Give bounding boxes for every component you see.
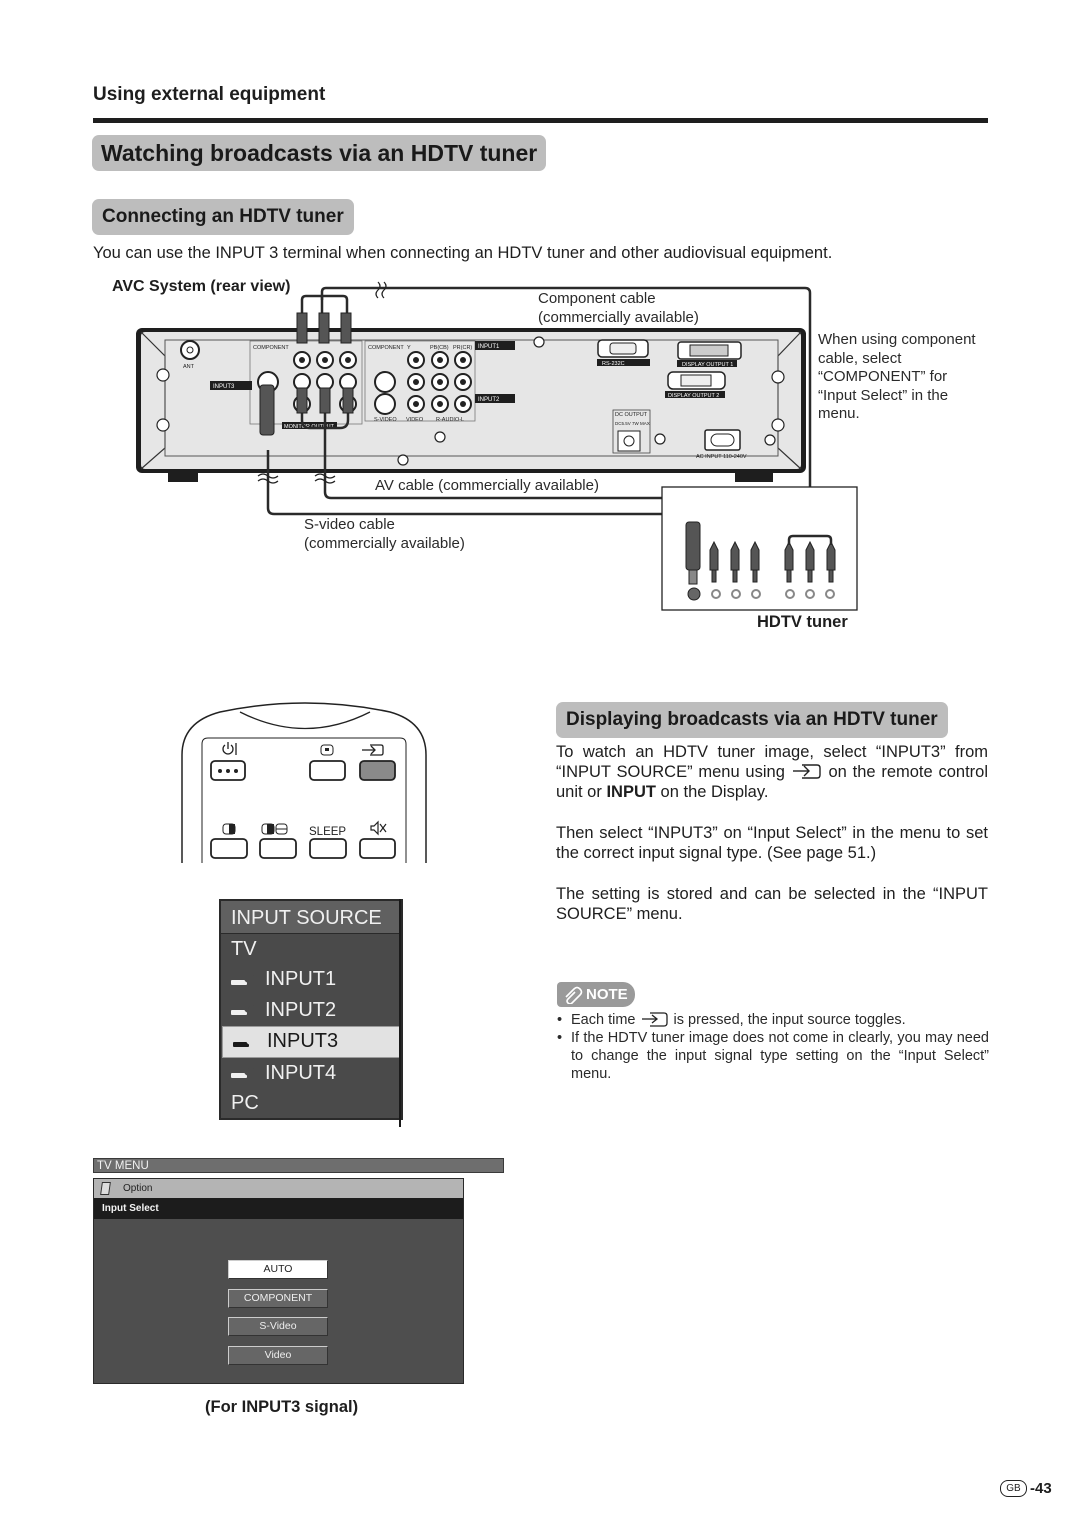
menu-shadow [399,899,401,1127]
menu-item-label: INPUT1 [265,968,337,991]
displaying-paragraph-3: The setting is stored and can be selecte… [556,885,988,923]
page-number: GB -43 [1000,1480,1052,1497]
component-note-line: “COMPONENT” for [818,368,948,385]
ant-label: ANT [183,364,195,370]
sleep-label: SLEEP [309,826,346,838]
dc-rating-label: DC5.5V 7W MAX [615,421,650,426]
audio-label: R-AUDIO-L [436,417,464,423]
menu-item-label: INPUT2 [265,998,337,1021]
tv-menu-bar: TV MENU [93,1158,504,1173]
video-label: VIDEO [406,417,424,423]
av-cable-label: AV cable (commercially available) [373,477,601,496]
menu-item-tv[interactable]: TV [221,934,401,965]
pb-label: PB(CB) [430,345,449,351]
input1-icon: 1 [231,972,255,987]
displaying-paragraph-2: Then select “INPUT3” on “Input Select” i… [556,824,988,862]
menu-item-input2[interactable]: 2 INPUT2 [221,995,401,1026]
input3-icon: 3 [233,1034,257,1049]
component-plugs-panel [296,312,352,344]
hdtv-tuner-label: HDTV tuner [757,613,848,631]
input2-tag: INPUT2 [478,397,500,403]
menu-item-pc[interactable]: PC [221,1089,401,1120]
input-icon [792,764,821,779]
displaying-heading: Displaying broadcasts via an HDTV tuner [556,702,948,738]
input4-icon: 4 [231,1066,255,1080]
svideo-button[interactable]: S-Video [228,1317,328,1336]
option-tab[interactable]: Option [94,1179,463,1198]
option-icon [100,1182,111,1195]
dc-output-label: DC OUTPUT [615,412,648,418]
contrast-icon [222,823,236,835]
note-item: If the HDTV tuner image does not come in… [557,1029,989,1083]
ac-input-label: AC INPUT 110-240V [696,454,747,460]
auto-button[interactable]: AUTO [228,1260,328,1279]
component-cable-label: Component cable (commercially available) [538,290,699,327]
tv-menu-caption: (For INPUT3 signal) [205,1398,359,1416]
component-note-line: cable, select [818,349,902,367]
note-list: Each time is pressed, the input source t… [557,1011,989,1083]
svideo-label: S-VIDEO [374,417,397,423]
menu-item-input1[interactable]: 1 INPUT1 [221,965,401,996]
option-label: Option [123,1183,153,1194]
menu-item-label: INPUT4 [265,1061,337,1084]
component-button[interactable]: COMPONENT [228,1289,328,1308]
component-note: When using component cable, select “COMP… [818,331,976,424]
svideo-cable-line2: (commercially available) [304,534,465,552]
svideo-cable-line1: S-video cable [304,516,395,533]
component-cable-line2: (commercially available) [538,308,699,326]
display-output1-label: DISPLAY OUTPUT 1 [682,362,733,368]
note-item: Each time is pressed, the input source t… [557,1011,989,1029]
y-label: Y [407,345,411,351]
avc-rear-panel: INPUT3 INPUT1 INPUT2 MONITOR OUTPUT COMP… [136,328,806,482]
page-number-text: -43 [1030,1480,1052,1497]
component-cable-line1: Component cable [538,290,656,307]
input-select-header: Input Select [94,1198,463,1219]
note-badge: NOTE [557,982,635,1007]
sleep-button[interactable] [309,838,347,859]
menu-item-label: INPUT3 [267,1030,339,1053]
input1-tag: INPUT1 [478,344,500,350]
component1-label: COMPONENT [253,345,289,351]
paperclip-icon [565,986,583,1004]
component-note-line: When using component [818,331,976,348]
av-plugs-panel [296,387,354,414]
mute-button[interactable] [359,838,396,859]
freeze-button[interactable] [259,838,297,859]
input-source-menu: INPUT SOURCE TV 1 INPUT1 2 INPUT2 3 INPU… [219,899,403,1120]
input2-icon: 2 [231,1003,255,1017]
menu-item-input4[interactable]: 4 INPUT4 [221,1058,401,1089]
component2-label: COMPONENT [368,345,404,351]
displaying-paragraph-1: To watch an HDTV tuner image, select “IN… [556,743,988,801]
pr-label: PR(CR) [453,345,472,351]
input-source-title: INPUT SOURCE [221,901,401,934]
input-button[interactable] [359,760,396,781]
picture-mode-button[interactable] [210,838,248,859]
menu-item-label: PC [231,1092,259,1115]
menu-item-label: TV [231,937,257,960]
input3-tag: INPUT3 [213,384,235,390]
region-badge: GB [1000,1480,1027,1497]
component-note-line: “Input Select” in the [818,386,949,404]
display-output2-label: DISPLAY OUTPUT 2 [668,393,719,399]
display-button[interactable] [309,760,346,781]
rs232c-label: RS-232C [602,361,625,367]
input-icon [641,1012,668,1027]
svideo-plug-panel [259,384,275,436]
remote-control: SLEEP [181,702,427,863]
hdtv-tuner-box [661,486,858,611]
component-note-line: menu. [818,405,860,422]
menu-item-input3[interactable]: 3 INPUT3 [222,1025,400,1058]
tv-menu-panel: Option Input Select AUTO COMPONENT S-Vid… [93,1178,464,1384]
svideo-cable-label: S-video cable (commercially available) [304,516,465,553]
video-button[interactable]: Video [228,1346,328,1365]
